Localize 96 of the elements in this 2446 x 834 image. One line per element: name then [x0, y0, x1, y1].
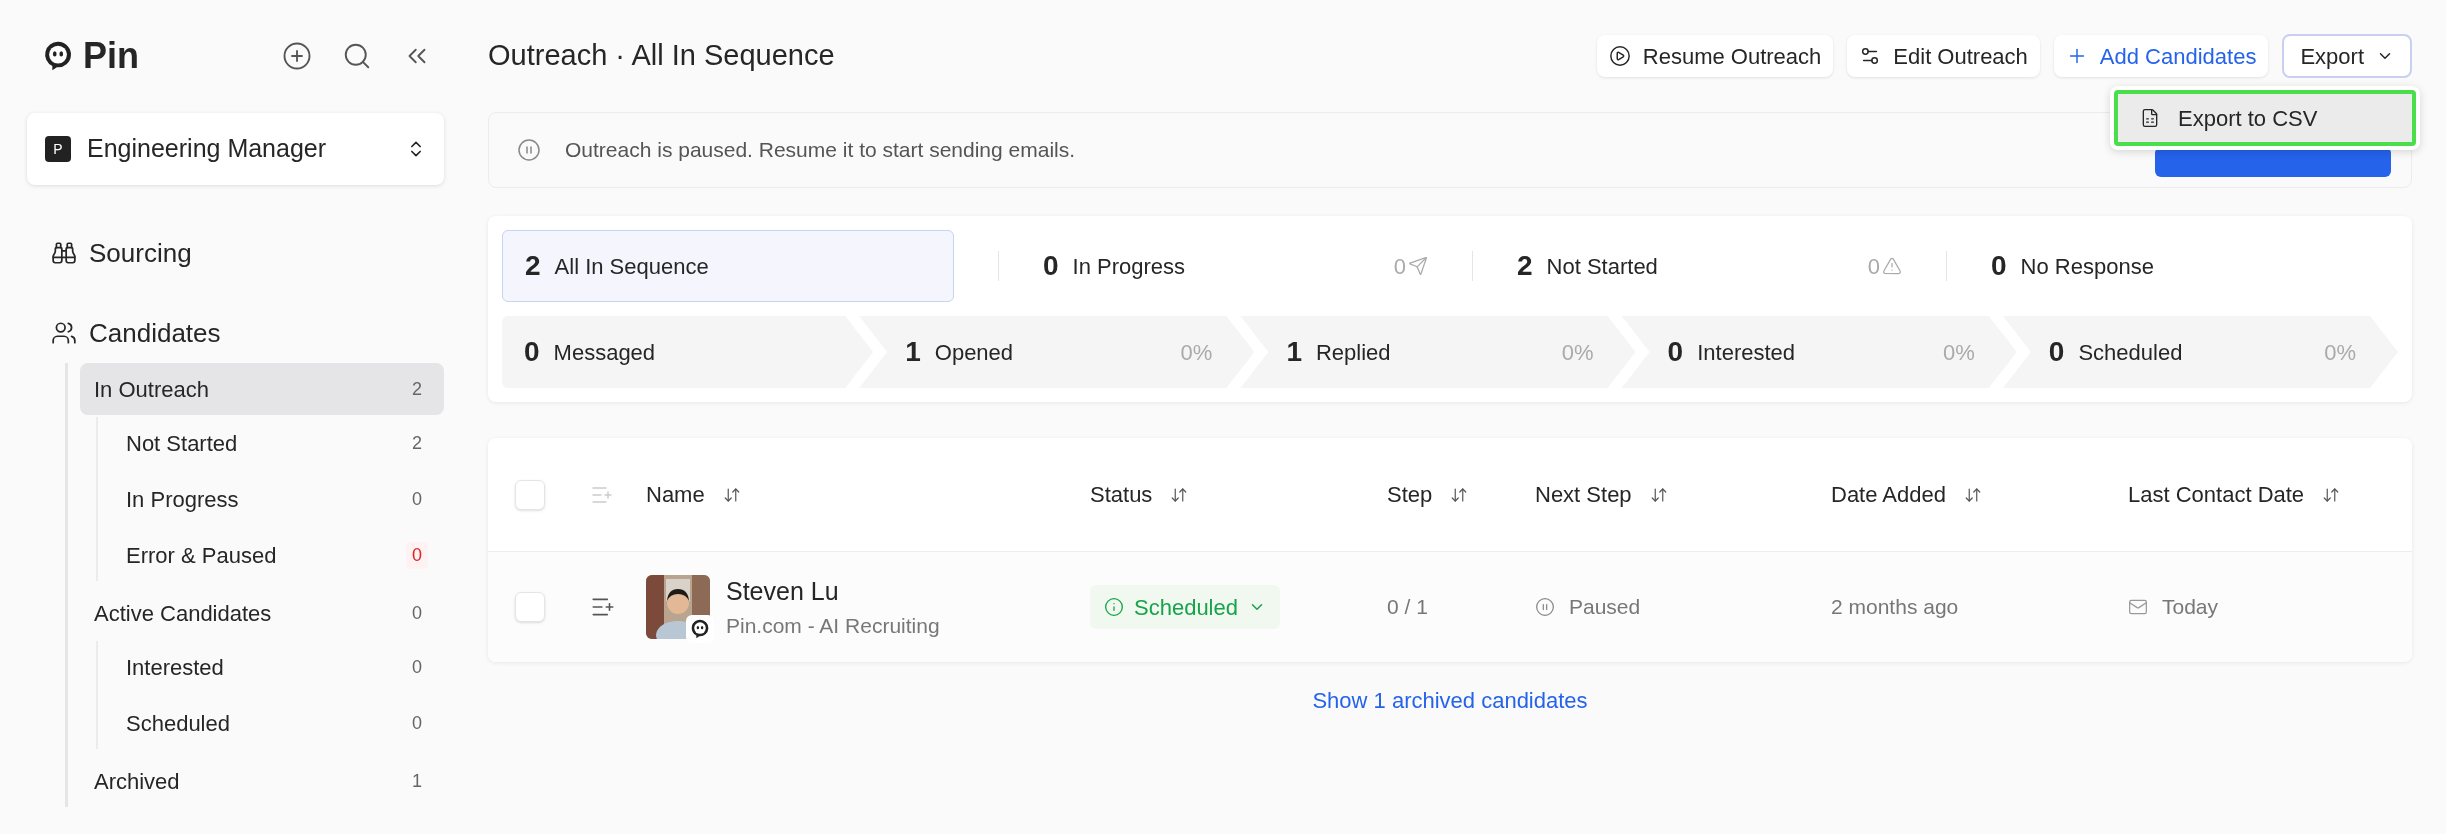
column-header[interactable]: Next Step — [1535, 478, 1632, 511]
sidebar-item[interactable]: Not Started 2 — [98, 417, 444, 469]
stat-tab[interactable]: 0 In Progress 0 — [1021, 230, 1450, 302]
info-icon — [1104, 597, 1124, 617]
item-count: 0 — [411, 711, 423, 735]
stat-label: All In Sequence — [554, 252, 710, 281]
sort-icon[interactable] — [2322, 485, 2341, 504]
date-added-cell-text: 2 months ago — [1831, 594, 1959, 621]
checkbox[interactable] — [515, 592, 545, 622]
stat-label: Messaged — [553, 338, 657, 367]
warning-icon — [1882, 256, 1902, 276]
funnel-stage[interactable]: 1 Replied 0% — [1240, 316, 1636, 388]
stat-count: 0 — [2048, 335, 2065, 369]
funnel-stage[interactable]: 0 Messaged — [502, 316, 874, 388]
column-header[interactable]: Date Added — [1831, 478, 1946, 511]
page-title: Outreach · All In Sequence — [488, 38, 835, 74]
stat-label: Not Started — [1546, 252, 1659, 281]
sidebar-item[interactable]: Error & Paused 0 — [98, 529, 444, 581]
item-count: 1 — [411, 769, 423, 793]
stat-tab[interactable]: 2 Not Started 0 — [1495, 230, 1924, 302]
item-count: 0 — [411, 655, 423, 679]
add-icon[interactable] — [282, 41, 312, 71]
stat-label: In Progress — [1072, 252, 1187, 281]
people-icon — [51, 320, 77, 346]
stat-side-count: 0 — [1393, 252, 1406, 281]
candidate-company: Pin.com - AI Recruiting — [726, 613, 940, 639]
checkbox[interactable] — [515, 479, 545, 510]
funnel-stage[interactable]: 0 Scheduled 0% — [2002, 316, 2398, 388]
envelope-icon — [2128, 597, 2148, 617]
sort-icon[interactable] — [1450, 485, 1469, 504]
nav-item[interactable]: Candidates — [27, 303, 444, 363]
toolbar-button[interactable]: Resume Outreach — [1596, 35, 1834, 77]
stat-percent: 0% — [2324, 338, 2356, 367]
job-selector[interactable]: P Engineering Manager — [27, 113, 444, 185]
toolbar-button[interactable]: Edit Outreach — [1847, 35, 2040, 77]
sort-icon[interactable] — [1649, 485, 1668, 504]
stat-count: 1 — [1286, 335, 1302, 369]
stat-percent: 0% — [1943, 338, 1975, 367]
candidate-name[interactable]: Steven Lu — [726, 572, 940, 610]
stat-label: Interested — [1697, 338, 1797, 367]
send-icon — [1408, 256, 1428, 276]
stat-percent: 0% — [1561, 338, 1594, 367]
menu-item[interactable]: Export to CSV — [2114, 90, 2416, 146]
banner-text: Outreach is paused. Resume it to start sending emails. — [565, 137, 1077, 164]
search-icon[interactable] — [342, 41, 372, 71]
sidebar-item[interactable]: In Progress 0 — [98, 473, 444, 525]
stat-count: 2 — [525, 249, 541, 283]
stat-count: 0 — [1991, 249, 2007, 283]
sidebar-item[interactable]: Interested 0 — [98, 641, 444, 693]
column-header[interactable]: Name — [646, 478, 705, 511]
export-dropdown[interactable]: Export — [2282, 34, 2412, 78]
play-icon — [1608, 45, 1631, 67]
job-badge: P — [45, 136, 71, 162]
item-count: 0 — [411, 601, 423, 625]
toolbar-button[interactable]: Add Candidates — [2053, 35, 2269, 77]
sort-icon[interactable] — [1170, 485, 1189, 504]
stat-percent: 0% — [1180, 338, 1213, 367]
table-row[interactable]: Steven Lu Pin.com - AI Recruiting Scheduled 0 / 1 Paused 2 months ago Today — [488, 552, 2412, 662]
stat-side-count: 0 — [1867, 252, 1880, 281]
sort-icon[interactable] — [722, 485, 741, 504]
archived-link[interactable]: Show 1 archived candidates — [1312, 684, 1588, 717]
funnel-stage[interactable]: 1 Opened 0% — [859, 316, 1255, 388]
stat-count: 2 — [1517, 249, 1533, 283]
sidebar-item[interactable]: Scheduled 0 — [98, 697, 444, 749]
stat-label: Replied — [1316, 338, 1392, 367]
item-count: 0 — [411, 487, 423, 511]
column-header[interactable]: Last Contact Date — [2128, 478, 2305, 511]
stat-tab[interactable]: 2 All In Sequence — [502, 230, 954, 302]
stat-tab[interactable]: 0 No Response — [1969, 230, 2398, 302]
item-count: 2 — [411, 431, 423, 455]
stat-count: 1 — [905, 335, 921, 369]
stat-count: 0 — [1043, 249, 1059, 283]
last-contact-cell-text: Today — [2162, 594, 2219, 621]
binoculars-icon — [51, 240, 77, 266]
pause-icon — [517, 138, 541, 162]
sidebar-item[interactable]: In Outreach 2 — [80, 363, 444, 415]
next-step-cell-text: Paused — [1569, 594, 1641, 621]
stat-label: Opened — [934, 338, 1015, 367]
pause-icon — [1535, 597, 1555, 617]
stat-label: Scheduled — [2078, 338, 2184, 367]
stat-count: 0 — [1667, 335, 1684, 369]
column-header[interactable]: Status — [1090, 478, 1153, 511]
item-count: 0 — [406, 541, 428, 569]
stat-count: 0 — [524, 335, 540, 369]
step-cell-text: 0 / 1 — [1387, 594, 1428, 621]
job-title: Engineering Manager — [87, 133, 328, 165]
brand-name: Pin — [83, 34, 139, 78]
item-count: 2 — [411, 377, 423, 401]
funnel-stage[interactable]: 0 Interested 0% — [1621, 316, 2017, 388]
sort-icon[interactable] — [1964, 485, 1982, 504]
column-header[interactable]: Step — [1387, 478, 1433, 511]
sidebar-item[interactable]: Archived 1 — [80, 755, 444, 807]
spreadsheet-icon — [2140, 108, 2160, 128]
sidebar-item[interactable]: Active Candidates 0 — [80, 587, 444, 639]
stat-label: No Response — [2020, 252, 2155, 281]
nav-item[interactable]: Sourcing — [27, 223, 444, 283]
